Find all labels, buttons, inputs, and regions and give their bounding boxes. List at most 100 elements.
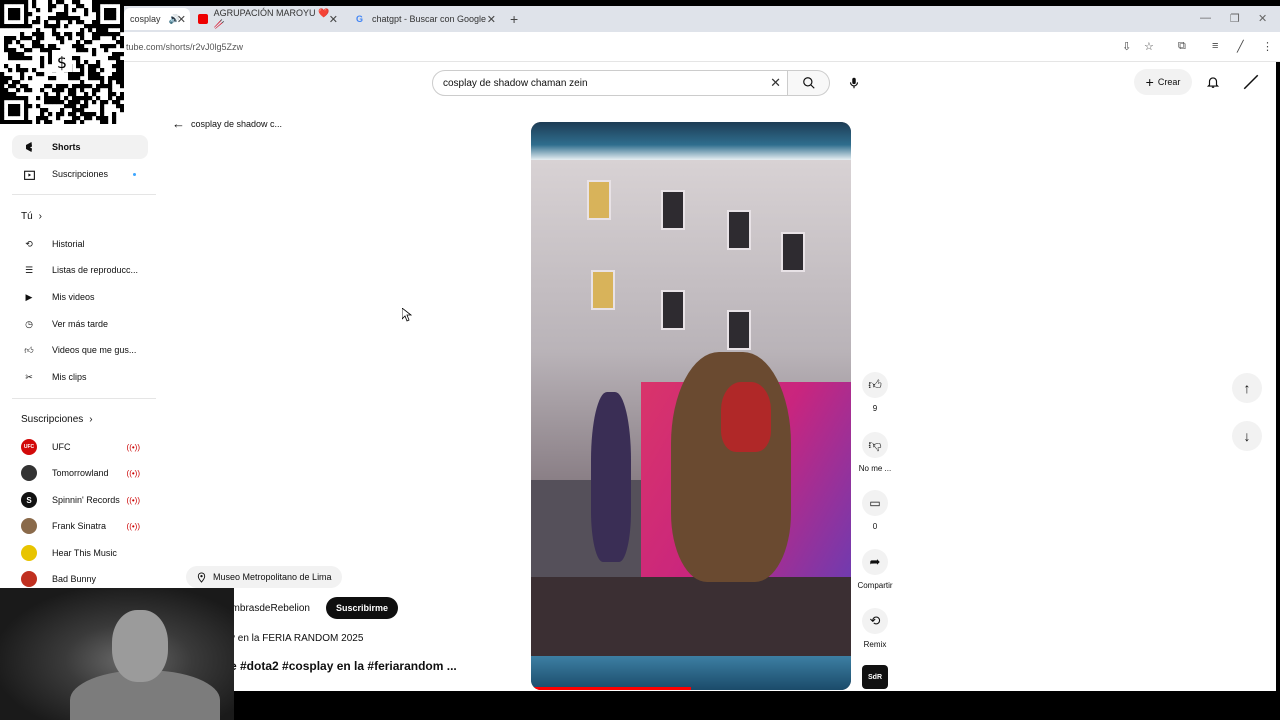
media-control-icon[interactable]: ≡ bbox=[1212, 40, 1218, 52]
webcam-person-face bbox=[112, 610, 168, 682]
sidebar-item-history[interactable]: ⟲ Historial bbox=[12, 232, 148, 256]
sidebar-item-watch-later[interactable]: ◷ Ver más tarde bbox=[12, 312, 148, 336]
channel-thumbnail[interactable]: SdR bbox=[862, 665, 888, 689]
sidebar-item-label: Listas de reproducc... bbox=[52, 265, 139, 275]
share-button[interactable]: ➦ Compartir bbox=[852, 549, 898, 590]
tab-agrupacion[interactable]: AGRUPACIÓN MAROYU ❤️🥢 ✕ bbox=[192, 8, 342, 30]
subscription-ufc[interactable]: UFC UFC ((•)) bbox=[12, 435, 148, 459]
install-icon[interactable]: ⇩ bbox=[1122, 40, 1131, 53]
previous-short-button[interactable]: ↑ bbox=[1232, 373, 1262, 403]
location-chip[interactable]: Museo Metropolitano de Lima bbox=[186, 566, 342, 588]
window-lit bbox=[591, 270, 615, 310]
tab-google-label: chatgpt - Buscar con Google bbox=[372, 14, 487, 24]
bookmark-star-icon[interactable]: ☆ bbox=[1144, 40, 1154, 53]
close-window-icon[interactable]: ✕ bbox=[1258, 12, 1267, 25]
tab-google[interactable]: G chatgpt - Buscar con Google ✕ bbox=[350, 8, 500, 30]
arrow-up-icon: ↑ bbox=[1243, 380, 1251, 396]
tab-agrupacion-label: AGRUPACIÓN MAROYU ❤️🥢 bbox=[213, 8, 330, 29]
bell-icon bbox=[1206, 77, 1220, 88]
subscription-hear-this-music[interactable]: Hear This Music bbox=[12, 541, 148, 565]
sidebar-item-label: Videos que me gus... bbox=[52, 345, 137, 355]
history-icon: ⟲ bbox=[25, 238, 33, 249]
search-button[interactable] bbox=[788, 70, 830, 96]
cosplayer-left bbox=[591, 392, 631, 562]
voice-search-button[interactable] bbox=[840, 70, 868, 96]
sidebar-item-shorts[interactable]: Shorts bbox=[12, 135, 148, 159]
video-description: y en la FERIA RANDOM 2025 bbox=[230, 633, 364, 644]
close-tab-icon[interactable]: ✕ bbox=[177, 13, 186, 26]
subscriptions-section-heading[interactable]: Suscripciones › bbox=[21, 414, 93, 425]
remix-icon: ⟲ bbox=[869, 613, 881, 628]
avatar bbox=[21, 545, 37, 561]
video-title[interactable]: e #dota2 #cosplay en la #feriarandom ... bbox=[230, 659, 457, 673]
like-count: 9 bbox=[872, 404, 878, 413]
next-short-button[interactable]: ↓ bbox=[1232, 421, 1262, 451]
sidebar-item-subscriptions[interactable]: Suscripciones bbox=[12, 162, 148, 186]
svg-text:$: $ bbox=[57, 53, 67, 72]
subscription-label: Spinnin' Records bbox=[52, 495, 120, 505]
video-progress-bar[interactable] bbox=[531, 687, 691, 690]
dislike-button[interactable]: 👎︎ No me ... bbox=[852, 432, 898, 473]
sidebar-item-liked-videos[interactable]: 👍︎ Videos que me gus... bbox=[12, 338, 148, 362]
restore-icon[interactable]: ❐ bbox=[1230, 12, 1240, 25]
back-to-search-link[interactable]: ← cosplay de shadow c... bbox=[172, 116, 282, 131]
subscription-frank-sinatra[interactable]: Frank Sinatra ((•)) bbox=[12, 514, 148, 538]
channel-name[interactable]: ombrasdeRebelion bbox=[226, 603, 310, 614]
avatar bbox=[21, 465, 37, 481]
sidebar-divider bbox=[12, 398, 156, 399]
subscription-label: Hear This Music bbox=[52, 548, 117, 558]
subscribe-button[interactable]: Suscribirme bbox=[326, 597, 399, 619]
short-video-player[interactable] bbox=[531, 122, 851, 690]
create-button[interactable]: + Crear bbox=[1134, 69, 1192, 95]
thumbs-up-icon: 👍︎ bbox=[24, 344, 34, 355]
minimize-icon[interactable]: — bbox=[1200, 12, 1211, 24]
account-pen-button[interactable] bbox=[1240, 70, 1262, 94]
arrow-left-icon: ← bbox=[172, 116, 185, 131]
you-section-heading[interactable]: Tú › bbox=[21, 211, 42, 222]
search-input[interactable]: cosplay de shadow chaman zein ✕ bbox=[432, 70, 788, 96]
sidebar: Shorts Suscripciones Tú › ⟲ Historial ☰ … bbox=[0, 62, 160, 622]
you-heading-label: Tú bbox=[21, 211, 33, 222]
tab-current[interactable]: cosplay 🔊 ✕ bbox=[124, 8, 190, 30]
avatar bbox=[21, 518, 37, 534]
search-icon bbox=[802, 77, 815, 89]
video-bottom-banner bbox=[531, 656, 851, 690]
sidebar-item-label: Mis videos bbox=[52, 292, 95, 302]
subscription-label: Frank Sinatra bbox=[52, 521, 107, 531]
sidebar-item-my-videos[interactable]: ▶ Mis videos bbox=[12, 285, 148, 309]
menu-icon[interactable]: ⋮ bbox=[1262, 40, 1273, 53]
sidebar-item-playlists[interactable]: ☰ Listas de reproducc... bbox=[12, 258, 148, 282]
new-tab-icon[interactable]: + bbox=[510, 11, 518, 27]
chevron-right-icon: › bbox=[89, 414, 93, 425]
live-icon: ((•)) bbox=[126, 521, 140, 531]
tab-current-label: cosplay bbox=[130, 14, 161, 24]
location-label: Museo Metropolitano de Lima bbox=[213, 572, 332, 582]
subscription-label: Bad Bunny bbox=[52, 574, 97, 584]
notifications-button[interactable] bbox=[1202, 70, 1224, 94]
location-pin-icon bbox=[197, 571, 206, 583]
sidebar-item-clips[interactable]: ✂ Mis clips bbox=[12, 365, 148, 389]
new-content-dot bbox=[133, 172, 136, 176]
like-button[interactable]: 👍︎ 9 bbox=[852, 372, 898, 413]
extensions-icon[interactable]: ⧉ bbox=[1178, 40, 1186, 53]
pen-icon[interactable]: ╱ bbox=[1237, 40, 1244, 53]
video-icon: ▶ bbox=[25, 291, 33, 302]
live-icon: ((•)) bbox=[126, 468, 140, 478]
window bbox=[727, 210, 751, 250]
subscription-label: Tomorrowland bbox=[52, 468, 109, 478]
webcam-overlay bbox=[0, 588, 234, 720]
dislike-label: No me ... bbox=[858, 464, 892, 473]
remix-button[interactable]: ⟲ Remix bbox=[852, 608, 898, 649]
url-text[interactable]: tube.com/shorts/r2vJ0lg5Zzw bbox=[126, 42, 243, 52]
scissors-icon: ✂ bbox=[25, 371, 33, 382]
comments-button[interactable]: ▭ 0 bbox=[852, 490, 898, 531]
close-tab-icon[interactable]: ✕ bbox=[329, 13, 338, 26]
comment-icon: ▭ bbox=[869, 496, 881, 510]
live-icon: ((•)) bbox=[126, 495, 140, 505]
pen-icon bbox=[1243, 74, 1259, 90]
subscription-tomorrowland[interactable]: Tomorrowland ((•)) bbox=[12, 461, 148, 485]
clear-search-icon[interactable]: ✕ bbox=[770, 75, 781, 91]
plus-icon: + bbox=[1145, 74, 1154, 90]
close-tab-icon[interactable]: ✕ bbox=[487, 13, 496, 26]
subscription-spinnin-records[interactable]: S Spinnin' Records ((•)) bbox=[12, 488, 148, 512]
